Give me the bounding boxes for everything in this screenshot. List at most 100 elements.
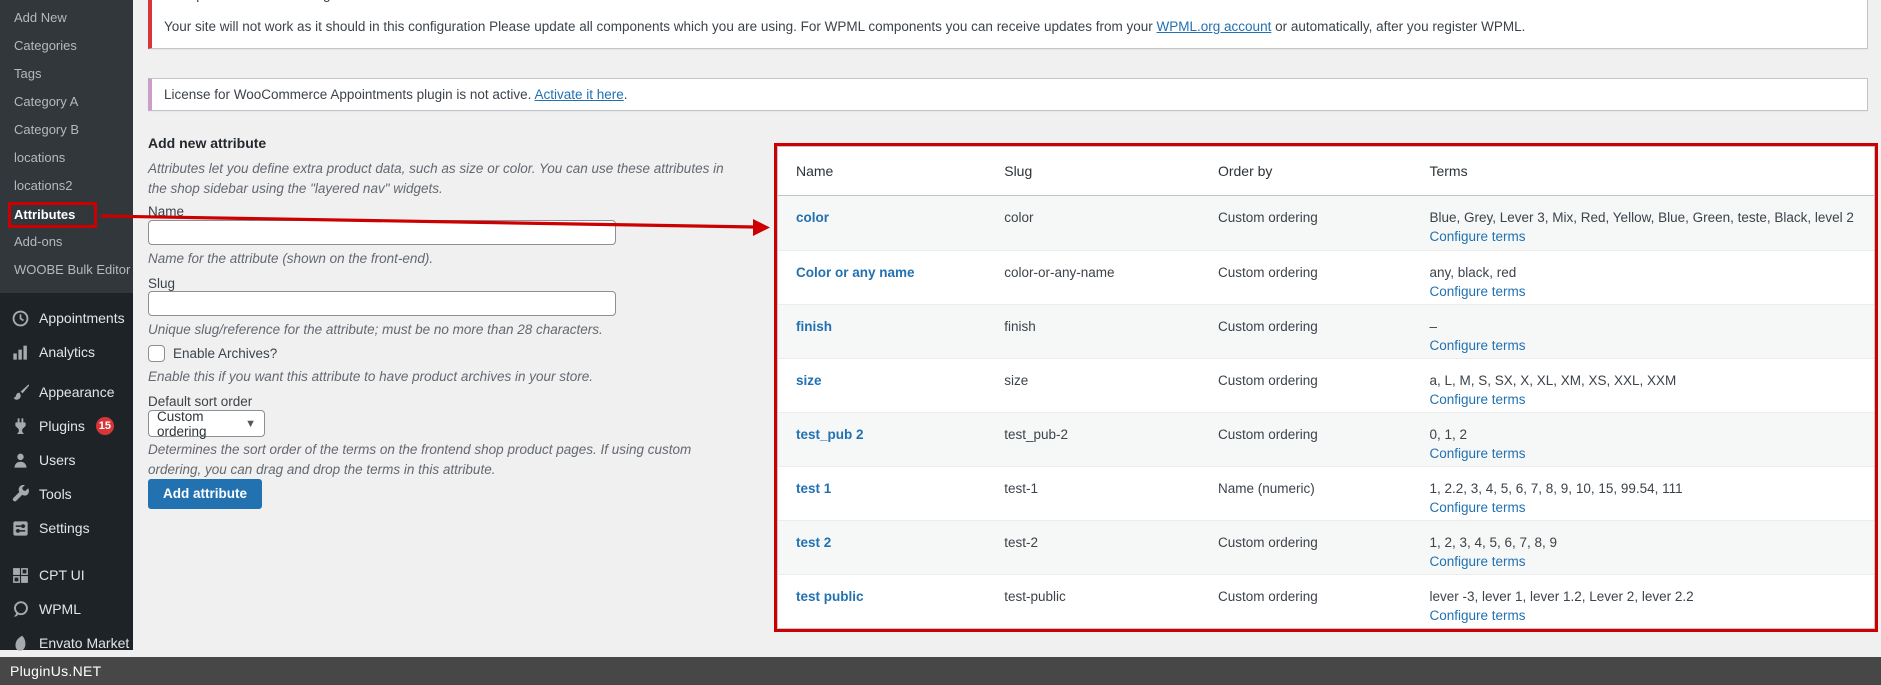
attribute-name-link[interactable]: test public bbox=[796, 589, 864, 604]
sidebar-item-plugins[interactable]: Plugins 15 bbox=[0, 409, 133, 443]
attribute-terms: 1, 2.2, 3, 4, 5, 6, 7, 8, 9, 10, 15, 99.… bbox=[1429, 481, 1683, 496]
sidebar-item-categories[interactable]: Categories bbox=[0, 32, 133, 60]
attribute-order-by: Custom ordering bbox=[1217, 319, 1318, 334]
plugin-icon bbox=[10, 416, 30, 436]
products-submenu: Add New Categories Tags Category A Categ… bbox=[0, 0, 133, 293]
plugins-update-badge: 15 bbox=[95, 417, 114, 435]
sidebar-item-woobe-bulk-editor[interactable]: WOOBE Bulk Editor bbox=[0, 256, 133, 284]
sidebar-item-label: Tags bbox=[14, 66, 42, 81]
header-name: Name bbox=[796, 163, 834, 179]
admin-menu: Appointments Analytics Appearance Plugin… bbox=[0, 293, 133, 660]
form-intro: Attributes let you define extra product … bbox=[148, 161, 724, 196]
wpml-org-account-link[interactable]: WPML.org account bbox=[1157, 19, 1272, 34]
menu-separator bbox=[0, 545, 133, 558]
name-input[interactable] bbox=[148, 220, 616, 245]
attributes-annotation-box: Attributes bbox=[8, 201, 98, 228]
sidebar-item-label: locations2 bbox=[14, 178, 73, 193]
sidebar-item-appointments[interactable]: Appointments bbox=[0, 301, 133, 335]
sort-order-help: Determines the sort order of the terms o… bbox=[148, 442, 692, 477]
sidebar-item-tools[interactable]: Tools bbox=[0, 477, 133, 511]
add-attribute-button[interactable]: Add attribute bbox=[148, 479, 262, 509]
configure-terms-link[interactable]: Configure terms bbox=[1429, 554, 1525, 569]
attribute-name-link[interactable]: finish bbox=[796, 319, 832, 334]
configure-terms-link[interactable]: Configure terms bbox=[1429, 446, 1525, 461]
configure-terms-link[interactable]: Configure terms bbox=[1429, 392, 1525, 407]
sidebar-item-cpt-ui[interactable]: CPT UI bbox=[0, 558, 133, 592]
sidebar-item-settings[interactable]: Settings bbox=[0, 511, 133, 545]
chevron-down-icon: ▼ bbox=[245, 417, 256, 430]
users-icon bbox=[10, 450, 30, 470]
sidebar-item-category-b[interactable]: Category B bbox=[0, 116, 133, 144]
attribute-slug: size bbox=[1004, 373, 1029, 388]
attribute-slug: finish bbox=[1004, 319, 1036, 334]
leaf-icon bbox=[10, 633, 30, 653]
slug-help: Unique slug/reference for the attribute;… bbox=[148, 322, 603, 337]
attribute-terms: 0, 1, 2 bbox=[1429, 427, 1467, 442]
footer-brand: PluginUs.NET bbox=[10, 663, 102, 679]
attribute-name-link[interactable]: Color or any name bbox=[796, 265, 915, 280]
configure-terms-link[interactable]: Configure terms bbox=[1429, 284, 1525, 299]
sidebar-item-label: Add New bbox=[14, 10, 67, 25]
header-order-by: Order by bbox=[1217, 163, 1273, 179]
configure-terms-link[interactable]: Configure terms bbox=[1429, 338, 1525, 353]
attribute-slug: test-2 bbox=[1004, 535, 1038, 550]
sidebar-item-label: Analytics bbox=[39, 344, 96, 360]
sidebar-item-label: Category A bbox=[14, 94, 79, 109]
sidebar-item-users[interactable]: Users bbox=[0, 443, 133, 477]
configure-terms-link[interactable]: Configure terms bbox=[1429, 608, 1525, 623]
grid-icon bbox=[10, 565, 30, 585]
clock-icon bbox=[10, 308, 30, 328]
form-title: Add new attribute bbox=[148, 135, 267, 151]
table-row: test 2 test-2 Custom ordering 1, 2, 3, 4… bbox=[778, 520, 1874, 574]
attributes-table-annotation-box: Name Slug Order by Terms color color Cus… bbox=[774, 143, 1878, 632]
sidebar-item-label: Tools bbox=[39, 486, 72, 502]
sidebar-item-envato-market[interactable]: Envato Market bbox=[0, 626, 133, 660]
sidebar-item-label: locations bbox=[14, 150, 66, 165]
attribute-order-by: Custom ordering bbox=[1217, 265, 1318, 280]
sidebar-item-label: Category B bbox=[14, 122, 80, 137]
sidebar-item-label: CPT UI bbox=[39, 567, 85, 583]
wpml-icon bbox=[10, 599, 30, 619]
attribute-name-link[interactable]: size bbox=[796, 373, 822, 388]
sidebar-item-attributes[interactable]: Attributes bbox=[0, 200, 133, 228]
table-row: test_pub 2 test_pub-2 Custom ordering 0,… bbox=[778, 412, 1874, 466]
attribute-name-link[interactable]: test 1 bbox=[796, 481, 831, 496]
attribute-slug: color bbox=[1004, 210, 1034, 225]
configure-terms-link[interactable]: Configure terms bbox=[1429, 500, 1525, 515]
attribute-order-by: Custom ordering bbox=[1217, 535, 1318, 550]
sidebar-item-add-ons[interactable]: Add-ons bbox=[0, 228, 133, 256]
sidebar-item-appearance[interactable]: Appearance bbox=[0, 375, 133, 409]
sidebar-item-category-a[interactable]: Category A bbox=[0, 88, 133, 116]
sidebar-item-wpml[interactable]: WPML bbox=[0, 592, 133, 626]
attribute-order-by: Custom ordering bbox=[1217, 427, 1318, 442]
attribute-order-by: Custom ordering bbox=[1217, 210, 1318, 225]
add-attribute-form: Add new attribute Attributes let you def… bbox=[148, 0, 748, 530]
enable-archives-checkbox[interactable] bbox=[148, 345, 165, 362]
attribute-name-link[interactable]: test 2 bbox=[796, 535, 831, 550]
sidebar-item-label: WOOBE Bulk Editor bbox=[14, 262, 131, 277]
sort-order-select[interactable]: Custom ordering ▼ bbox=[148, 409, 265, 439]
sidebar-item-label: Envato Market bbox=[39, 635, 130, 651]
configure-terms-link[interactable]: Configure terms bbox=[1429, 229, 1525, 244]
attribute-terms: a, L, M, S, SX, X, XL, XM, XS, XXL, XXM bbox=[1429, 373, 1677, 388]
admin-sidebar: Add New Categories Tags Category A Categ… bbox=[0, 0, 133, 651]
header-terms: Terms bbox=[1429, 163, 1468, 179]
name-help: Name for the attribute (shown on the fro… bbox=[148, 251, 434, 266]
table-header-row: Name Slug Order by Terms bbox=[778, 147, 1874, 196]
attribute-name-link[interactable]: color bbox=[796, 210, 829, 225]
attributes-table: Name Slug Order by Terms color color Cus… bbox=[777, 146, 1875, 629]
attribute-slug: test-public bbox=[1004, 589, 1066, 604]
sidebar-item-label: WPML bbox=[39, 601, 81, 617]
table-row: color color Custom ordering Blue, Grey, … bbox=[778, 196, 1874, 250]
sidebar-item-label: Settings bbox=[39, 520, 90, 536]
sidebar-item-locations2[interactable]: locations2 bbox=[0, 172, 133, 200]
sidebar-item-locations[interactable]: locations bbox=[0, 144, 133, 172]
attribute-terms: lever -3, lever 1, lever 1.2, Lever 2, l… bbox=[1429, 589, 1694, 604]
sidebar-item-add-new[interactable]: Add New bbox=[0, 4, 133, 32]
sidebar-item-analytics[interactable]: Analytics bbox=[0, 335, 133, 369]
slug-input[interactable] bbox=[148, 291, 616, 316]
sidebar-item-tags[interactable]: Tags bbox=[0, 60, 133, 88]
header-slug: Slug bbox=[1004, 163, 1033, 179]
attribute-slug: test_pub-2 bbox=[1004, 427, 1069, 442]
attribute-name-link[interactable]: test_pub 2 bbox=[796, 427, 864, 442]
